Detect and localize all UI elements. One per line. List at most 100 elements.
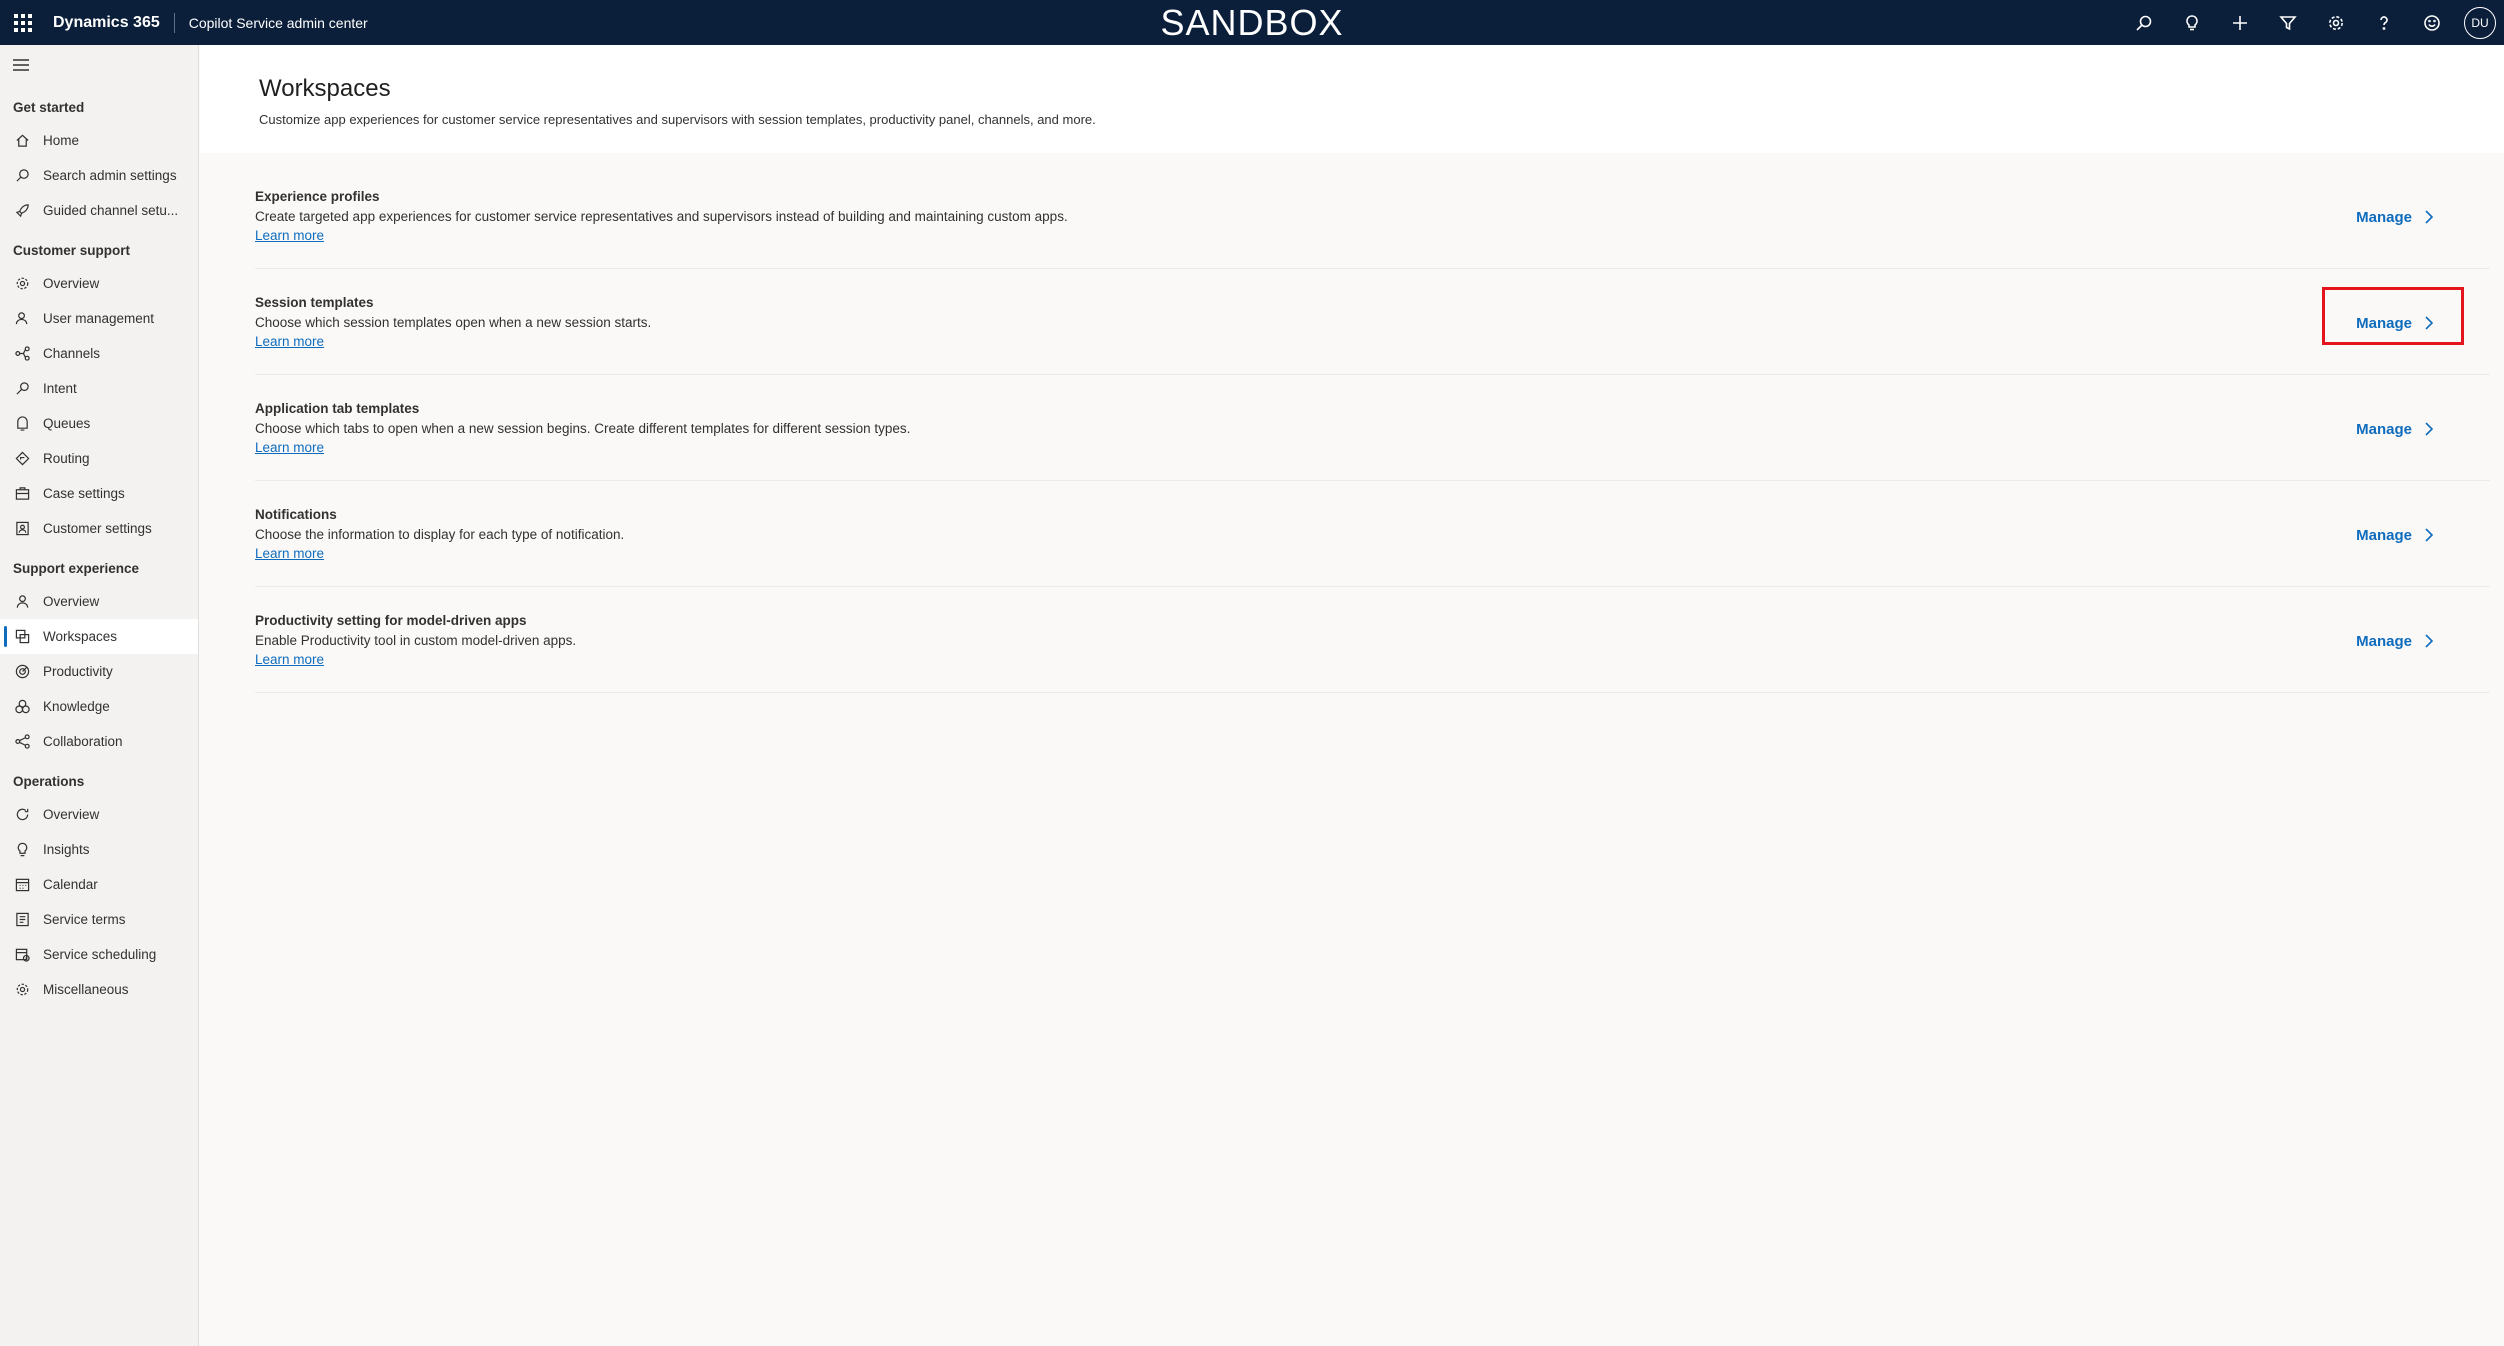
help-button[interactable] (2360, 0, 2408, 45)
sidebar-item-productivity[interactable]: Productivity (0, 654, 198, 689)
manage-productivity-setting-button[interactable]: Manage (2356, 630, 2434, 652)
waffle-icon (13, 13, 32, 32)
environment-banner: SANDBOX (1160, 1, 1344, 43)
sidebar-item-insights[interactable]: Insights (0, 832, 198, 867)
sidebar-item-label: Collaboration (43, 734, 123, 749)
sidebar-item-label: Overview (43, 807, 100, 822)
user-icon (14, 311, 30, 327)
settings-list: Experience profiles Create targeted app … (200, 153, 2504, 693)
sidebar-item-queues[interactable]: Queues (0, 406, 198, 441)
rocket-icon (14, 203, 30, 219)
chevron-right-icon (2425, 528, 2434, 542)
sidebar-item-service-terms[interactable]: Service terms (0, 902, 198, 937)
sidebar-item-label: Guided channel setu... (43, 203, 179, 218)
collapse-nav-button[interactable] (0, 45, 198, 85)
main-content: Workspaces Customize app experiences for… (200, 45, 2504, 1346)
page-header: Workspaces Customize app experiences for… (200, 45, 2504, 153)
row-title: Productivity setting for model-driven ap… (255, 613, 527, 628)
lightbulb-button[interactable] (2168, 0, 2216, 45)
sidebar-item-cs-overview[interactable]: Overview (0, 266, 198, 301)
search-button[interactable] (2120, 0, 2168, 45)
settings-row-experience-profiles: Experience profiles Create targeted app … (255, 163, 2490, 269)
sidebar-item-home[interactable]: Home (0, 123, 198, 158)
manage-session-templates-button[interactable]: Manage (2356, 312, 2434, 334)
top-bar: Dynamics 365 Copilot Service admin cente… (0, 0, 2504, 45)
manage-notifications-button[interactable]: Manage (2356, 524, 2434, 546)
sidebar-item-ops-overview[interactable]: Overview (0, 797, 198, 832)
lightbulb-icon (2186, 14, 2198, 30)
sidebar-item-customer-settings[interactable]: Customer settings (0, 511, 198, 546)
sidebar-item-collaboration[interactable]: Collaboration (0, 724, 198, 759)
sidebar-item-case-settings[interactable]: Case settings (0, 476, 198, 511)
row-title: Notifications (255, 507, 337, 522)
sidebar-item-user-management[interactable]: User management (0, 301, 198, 336)
brand-name[interactable]: Dynamics 365 (53, 12, 175, 33)
chevron-right-icon (2425, 634, 2434, 648)
learn-more-link[interactable]: Learn more (255, 652, 324, 667)
filter-icon (2279, 15, 2297, 30)
learn-more-link[interactable]: Learn more (255, 334, 324, 349)
settings-row-notifications: Notifications Choose the information to … (255, 481, 2490, 587)
sidebar-item-label: Routing (43, 451, 90, 466)
avatar[interactable]: DU (2464, 6, 2496, 39)
sidebar-item-guided-channel-setup[interactable]: Guided channel setu... (0, 193, 198, 228)
sidebar-item-label: Insights (43, 842, 90, 857)
settings-icon (2329, 15, 2343, 30)
app-launcher-button[interactable] (0, 0, 45, 45)
nav-group-support-experience: Support experience (13, 561, 140, 576)
row-title: Session templates (255, 295, 374, 310)
manage-label: Manage (2356, 314, 2412, 332)
learn-more-link[interactable]: Learn more (255, 546, 324, 561)
gear-icon (14, 982, 30, 998)
sidebar-item-label: Overview (43, 594, 100, 609)
manage-experience-profiles-button[interactable]: Manage (2356, 206, 2434, 228)
sidebar-item-label: Intent (43, 381, 77, 396)
smiley-icon (2424, 14, 2440, 31)
document-icon (14, 912, 30, 928)
manage-label: Manage (2356, 420, 2412, 438)
learn-more-link[interactable]: Learn more (255, 440, 324, 455)
sidebar-item-channels[interactable]: Channels (0, 336, 198, 371)
sidebar-item-search-admin-settings[interactable]: Search admin settings (0, 158, 198, 193)
row-title: Application tab templates (255, 401, 420, 416)
sidebar-item-knowledge[interactable]: Knowledge (0, 689, 198, 724)
sidebar-item-label: Productivity (43, 664, 113, 679)
sidebar-item-calendar[interactable]: Calendar (0, 867, 198, 902)
chevron-right-icon (2425, 316, 2434, 330)
filter-button[interactable] (2264, 0, 2312, 45)
sidebar-item-label: Customer settings (43, 521, 152, 536)
routing-icon (14, 451, 30, 467)
sidebar-item-label: Search admin settings (43, 168, 177, 183)
row-description: Choose which tabs to open when a new ses… (255, 421, 911, 436)
sidebar-item-intent[interactable]: Intent (0, 371, 198, 406)
sidebar-item-routing[interactable]: Routing (0, 441, 198, 476)
nav-group-get-started: Get started (13, 100, 85, 115)
learn-more-link[interactable]: Learn more (255, 228, 324, 243)
customer-icon (14, 521, 30, 537)
sidebar-item-se-overview[interactable]: Overview (0, 584, 198, 619)
refresh-icon (14, 807, 30, 823)
sidebar-item-label: Home (43, 133, 80, 148)
app-name[interactable]: Copilot Service admin center (189, 15, 368, 31)
chevron-right-icon (2425, 210, 2434, 224)
manage-label: Manage (2356, 632, 2412, 650)
case-icon (14, 486, 30, 502)
manage-label: Manage (2356, 526, 2412, 544)
sidebar: Get started Home Search admin settings G… (0, 45, 199, 1346)
nav-group-operations: Operations (13, 774, 85, 789)
productivity-icon (14, 664, 30, 680)
workspaces-icon (14, 629, 30, 645)
sidebar-item-label: User management (43, 311, 155, 326)
knowledge-icon (14, 699, 30, 715)
help-icon (2380, 15, 2388, 30)
manage-application-tab-templates-button[interactable]: Manage (2356, 418, 2434, 440)
sidebar-item-miscellaneous[interactable]: Miscellaneous (0, 972, 198, 1007)
sidebar-item-service-scheduling[interactable]: Service scheduling (0, 937, 198, 972)
feedback-button[interactable] (2408, 0, 2456, 45)
sidebar-item-label: Case settings (43, 486, 125, 501)
sidebar-item-workspaces[interactable]: Workspaces (0, 619, 198, 654)
new-button[interactable] (2216, 0, 2264, 45)
row-description: Create targeted app experiences for cust… (255, 209, 1068, 224)
settings-button[interactable] (2312, 0, 2360, 45)
queue-icon (14, 416, 30, 432)
